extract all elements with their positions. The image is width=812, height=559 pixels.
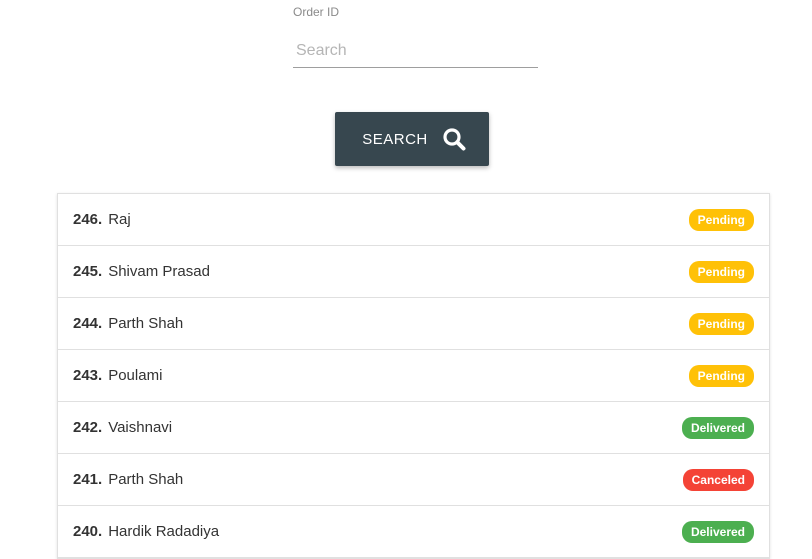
order-id-separator: . — [98, 263, 103, 280]
order-id: 241 — [73, 471, 99, 488]
customer-name: Parth Shah — [108, 471, 184, 488]
order-id-separator: . — [98, 315, 103, 332]
order-row[interactable]: 245. Shivam Prasad Pending — [58, 246, 769, 298]
order-id-separator: . — [98, 523, 103, 540]
order-id: 243 — [73, 367, 99, 384]
order-id: 240 — [73, 523, 99, 540]
order-row[interactable]: 246. Raj Pending — [58, 194, 769, 246]
search-input[interactable] — [293, 20, 538, 68]
customer-name: Parth Shah — [108, 315, 184, 332]
status-badge: Pending — [688, 208, 754, 231]
customer-name: Poulami — [108, 367, 163, 384]
status-badge: Pending — [688, 364, 754, 387]
status-badge: Delivered — [681, 520, 754, 543]
search-icon — [442, 127, 466, 151]
order-row[interactable]: 240. Hardik Radadiya Delivered — [58, 506, 769, 558]
order-id: 244 — [73, 315, 99, 332]
status-badge: Delivered — [681, 416, 754, 439]
order-row[interactable]: 242. Vaishnavi Delivered — [58, 402, 769, 454]
search-button[interactable]: SEARCH — [335, 112, 489, 166]
customer-name: Raj — [108, 211, 131, 228]
customer-name: Shivam Prasad — [108, 263, 210, 280]
status-badge: Pending — [688, 312, 754, 335]
order-id-separator: . — [98, 471, 103, 488]
order-id-separator: . — [98, 419, 103, 436]
order-row[interactable]: 244. Parth Shah Pending — [58, 298, 769, 350]
order-id: 245 — [73, 263, 99, 280]
customer-name: Hardik Radadiya — [108, 523, 220, 540]
order-id-label: Order ID — [293, 5, 340, 19]
search-button-label: SEARCH — [362, 130, 428, 148]
order-row[interactable]: 241. Parth Shah Canceled — [58, 454, 769, 506]
order-list: 246. Raj Pending 245. Shivam Prasad Pend… — [57, 193, 770, 559]
order-search-field: Order ID — [293, 4, 538, 68]
status-badge: Pending — [688, 260, 754, 283]
order-row[interactable]: 243. Poulami Pending — [58, 350, 769, 402]
order-id: 246 — [73, 211, 99, 228]
order-id-separator: . — [98, 367, 103, 384]
customer-name: Vaishnavi — [108, 419, 173, 436]
status-badge: Canceled — [682, 468, 754, 491]
order-id-separator: . — [98, 211, 103, 228]
order-id: 242 — [73, 419, 99, 436]
